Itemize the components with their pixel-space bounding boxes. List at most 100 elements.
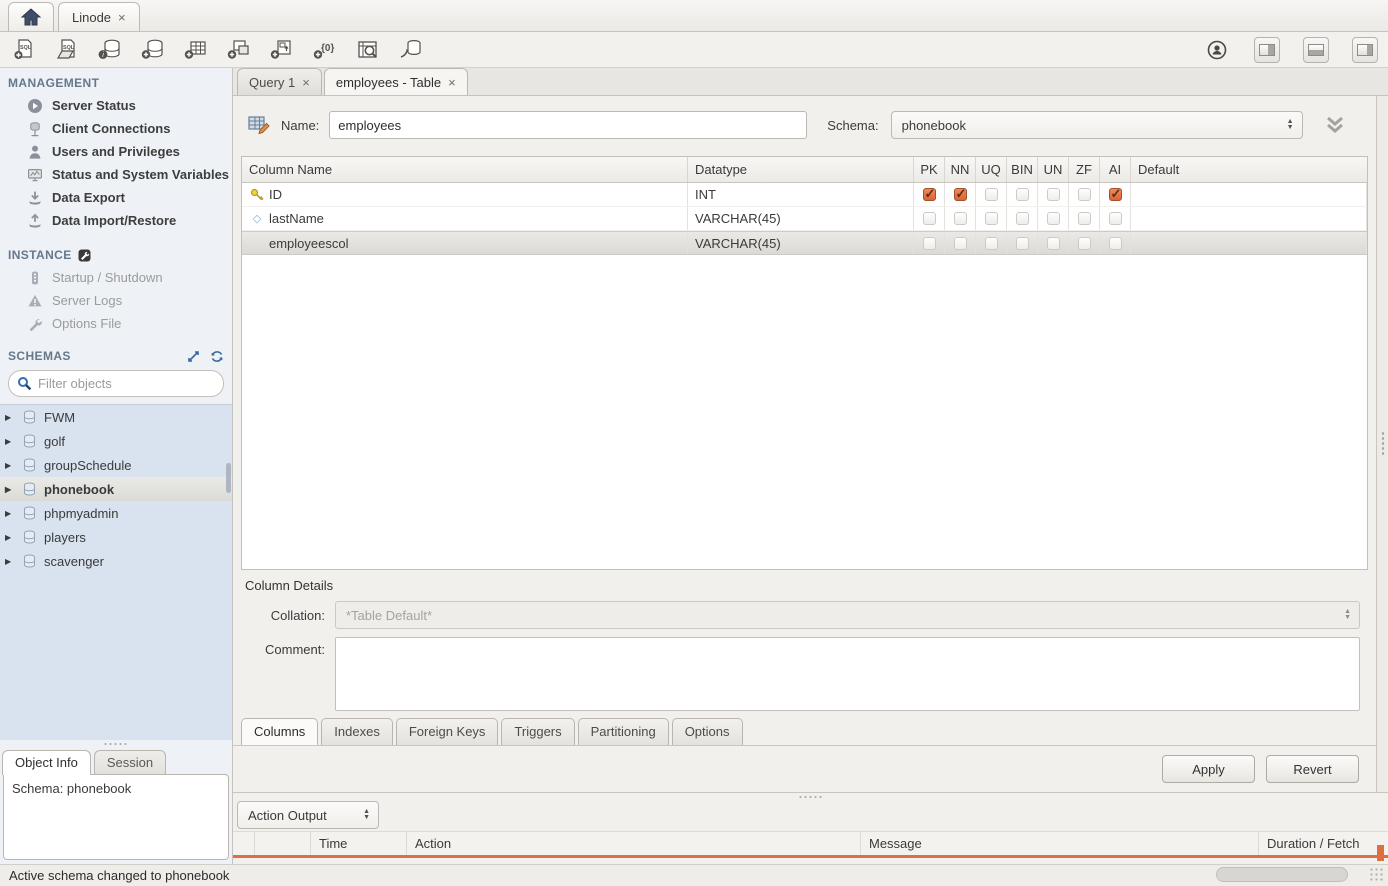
sidebar-item-startup-shutdown[interactable]: Startup / Shutdown bbox=[0, 266, 232, 289]
tab-employees-table[interactable]: employees - Table × bbox=[324, 68, 468, 95]
enterprise-icon[interactable] bbox=[1203, 36, 1231, 63]
column-row-lastname[interactable]: ◇ lastName VARCHAR(45) bbox=[242, 207, 1367, 231]
options-file-icon bbox=[27, 316, 43, 332]
sidebar-item-users-privileges[interactable]: Users and Privileges bbox=[0, 140, 232, 163]
sidebar-item-system-variables[interactable]: Status and System Variables bbox=[0, 163, 232, 186]
schema-row-phonebook[interactable]: ▶ phonebook bbox=[0, 477, 232, 501]
tab-session[interactable]: Session bbox=[94, 750, 166, 775]
schema-row-groupschedule[interactable]: ▶ groupSchedule bbox=[0, 453, 232, 477]
tab-triggers[interactable]: Triggers bbox=[501, 718, 574, 745]
home-tab[interactable] bbox=[8, 2, 54, 31]
revert-button[interactable]: Revert bbox=[1266, 755, 1359, 783]
connection-tab-close-icon[interactable]: × bbox=[118, 10, 126, 25]
sidebar-item-server-logs[interactable]: Server Logs bbox=[0, 289, 232, 312]
sidebar-item-data-import[interactable]: Data Import/Restore bbox=[0, 209, 232, 232]
comment-textarea[interactable] bbox=[335, 637, 1360, 711]
expand-header-chevron-icon[interactable] bbox=[1323, 115, 1347, 135]
sidebar-item-options-file[interactable]: Options File bbox=[0, 312, 232, 335]
schema-row-players[interactable]: ▶ players bbox=[0, 525, 232, 549]
stepper-icon[interactable]: ▲▼ bbox=[1287, 119, 1294, 131]
schema-label: Schema: bbox=[827, 118, 878, 133]
pk-checkbox[interactable] bbox=[923, 237, 936, 250]
tab-foreign-keys[interactable]: Foreign Keys bbox=[396, 718, 499, 745]
expander-icon[interactable]: ▶ bbox=[5, 533, 15, 542]
un-checkbox[interactable] bbox=[1047, 188, 1060, 201]
column-row-id[interactable]: ID INT bbox=[242, 183, 1367, 207]
zf-checkbox[interactable] bbox=[1078, 188, 1091, 201]
open-sql-script-button[interactable]: SQL bbox=[53, 36, 81, 63]
create-schema-button[interactable] bbox=[139, 36, 167, 63]
schema-row-fwm[interactable]: ▶ FWM bbox=[0, 405, 232, 429]
schema-icon bbox=[22, 410, 37, 424]
expander-icon[interactable]: ▶ bbox=[5, 557, 15, 566]
sidebar-item-client-connections[interactable]: Client Connections bbox=[0, 117, 232, 140]
sidebar-item-server-status[interactable]: Server Status bbox=[0, 94, 232, 117]
tab-partitioning[interactable]: Partitioning bbox=[578, 718, 669, 745]
nn-checkbox[interactable] bbox=[954, 237, 967, 250]
tab-columns[interactable]: Columns bbox=[241, 718, 318, 745]
new-sql-tab-button[interactable]: SQL bbox=[10, 36, 38, 63]
expand-schemas-icon[interactable] bbox=[187, 350, 200, 363]
ai-checkbox[interactable] bbox=[1109, 188, 1122, 201]
tab-object-info[interactable]: Object Info bbox=[2, 750, 91, 775]
un-checkbox[interactable] bbox=[1047, 237, 1060, 250]
nn-checkbox[interactable] bbox=[954, 212, 967, 225]
expander-icon[interactable]: ▶ bbox=[5, 485, 15, 494]
sidebar-splitter[interactable] bbox=[0, 740, 232, 748]
apply-button[interactable]: Apply bbox=[1162, 755, 1255, 783]
uq-checkbox[interactable] bbox=[985, 188, 998, 201]
connection-tab-linode[interactable]: Linode × bbox=[58, 2, 140, 31]
nn-checkbox[interactable] bbox=[954, 188, 967, 201]
schema-inspector-button[interactable]: i bbox=[96, 36, 124, 63]
grid-empty-area[interactable] bbox=[242, 255, 1367, 569]
window-resize-grip-icon[interactable] bbox=[1369, 867, 1385, 883]
right-panel-splitter[interactable] bbox=[1376, 96, 1388, 792]
reconnect-dbms-button[interactable] bbox=[397, 36, 425, 63]
create-function-button[interactable]: {0} bbox=[311, 36, 339, 63]
pk-checkbox[interactable] bbox=[923, 188, 936, 201]
expander-icon[interactable]: ▶ bbox=[5, 437, 15, 446]
tab-indexes[interactable]: Indexes bbox=[321, 718, 393, 745]
ai-checkbox[interactable] bbox=[1109, 237, 1122, 250]
bin-checkbox[interactable] bbox=[1016, 212, 1029, 225]
sidebar-item-data-export[interactable]: Data Export bbox=[0, 186, 232, 209]
toggle-right-panel-button[interactable] bbox=[1352, 37, 1378, 63]
toggle-bottom-panel-button[interactable] bbox=[1303, 37, 1329, 63]
schema-select[interactable]: phonebook ▲▼ bbox=[891, 111, 1303, 139]
query-tab-close-icon[interactable]: × bbox=[302, 75, 310, 90]
schema-row-scavenger[interactable]: ▶ scavenger bbox=[0, 549, 232, 573]
schema-filter-input[interactable] bbox=[38, 376, 215, 391]
zf-checkbox[interactable] bbox=[1078, 212, 1091, 225]
create-procedure-button[interactable] bbox=[268, 36, 296, 63]
collation-select[interactable]: *Table Default* ▲▼ bbox=[335, 601, 1360, 629]
tab-query-1[interactable]: Query 1 × bbox=[237, 68, 322, 95]
refresh-schemas-icon[interactable] bbox=[210, 350, 224, 363]
output-splitter[interactable] bbox=[233, 793, 1388, 800]
table-edit-icon bbox=[247, 115, 271, 135]
pk-checkbox[interactable] bbox=[923, 212, 936, 225]
uq-checkbox[interactable] bbox=[985, 212, 998, 225]
ai-checkbox[interactable] bbox=[1109, 212, 1122, 225]
toggle-left-panel-button[interactable] bbox=[1254, 37, 1280, 63]
schema-row-golf[interactable]: ▶ golf bbox=[0, 429, 232, 453]
search-table-data-button[interactable] bbox=[354, 36, 382, 63]
expander-icon[interactable]: ▶ bbox=[5, 413, 15, 422]
output-horizontal-scrollbar-thumb[interactable] bbox=[1216, 867, 1348, 882]
bin-checkbox[interactable] bbox=[1016, 237, 1029, 250]
table-name-input[interactable] bbox=[330, 118, 806, 133]
schema-row-phpmyadmin[interactable]: ▶ phpmyadmin bbox=[0, 501, 232, 525]
output-view-select[interactable]: Action Output ▲▼ bbox=[237, 801, 379, 829]
uq-checkbox[interactable] bbox=[985, 237, 998, 250]
header-zf: ZF bbox=[1069, 157, 1100, 182]
sidebar-scrollbar-thumb[interactable] bbox=[226, 463, 231, 493]
zf-checkbox[interactable] bbox=[1078, 237, 1091, 250]
bin-checkbox[interactable] bbox=[1016, 188, 1029, 201]
expander-icon[interactable]: ▶ bbox=[5, 509, 15, 518]
create-view-button[interactable] bbox=[225, 36, 253, 63]
un-checkbox[interactable] bbox=[1047, 212, 1060, 225]
column-row-employeescol[interactable]: employeescol VARCHAR(45) bbox=[242, 231, 1367, 255]
expander-icon[interactable]: ▶ bbox=[5, 461, 15, 470]
tab-options[interactable]: Options bbox=[672, 718, 743, 745]
create-table-button[interactable] bbox=[182, 36, 210, 63]
table-tab-close-icon[interactable]: × bbox=[448, 75, 456, 90]
